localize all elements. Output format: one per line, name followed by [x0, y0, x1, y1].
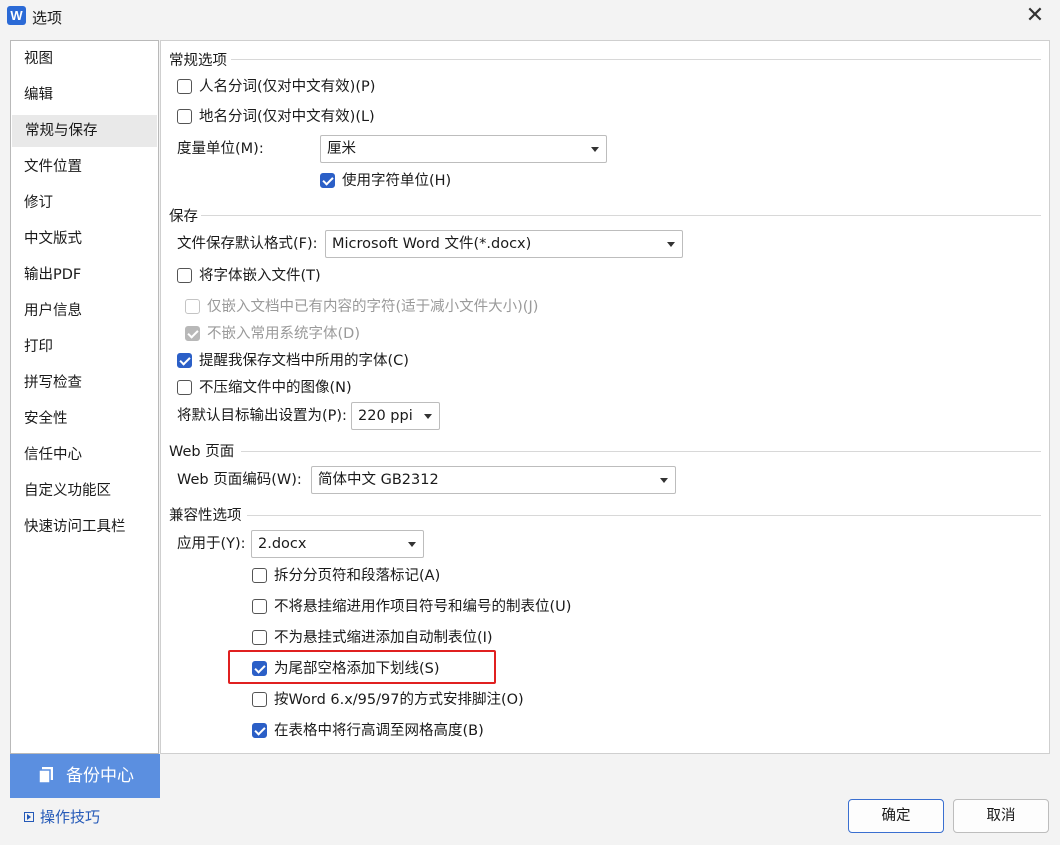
sidebar-item-spell-check[interactable]: 拼写检查 [11, 367, 158, 399]
sidebar-item-edit[interactable]: 编辑 [11, 79, 158, 111]
web-encoding-value: 简体中文 GB2312 [318, 472, 439, 488]
use-char-unit-checkbox[interactable] [320, 173, 335, 188]
chevron-down-icon [408, 542, 416, 547]
play-tutorial-icon [24, 812, 34, 822]
no-compress-images-label: 不压缩文件中的图像(N) [199, 380, 352, 396]
sidebar-item-view[interactable]: 视图 [11, 43, 158, 75]
title-bar: W 选项 ✕ [0, 0, 1060, 34]
sidebar-item-export-pdf[interactable]: 输出PDF [11, 259, 158, 291]
default-format-label: 文件保存默认格式(F): [177, 236, 318, 252]
section-heading-web: Web 页面 [169, 444, 235, 460]
compat-option-6-checkbox[interactable] [252, 723, 267, 738]
compat-option-1-label: 拆分分页符和段落标记(A) [274, 568, 441, 584]
section-divider [247, 515, 1041, 516]
section-divider [201, 215, 1041, 216]
default-format-select[interactable]: Microsoft Word 文件(*.docx) [325, 230, 683, 258]
measurement-unit-select[interactable]: 厘米 [320, 135, 607, 163]
compat-option-6-label: 在表格中将行高调至网格高度(B) [274, 723, 484, 739]
tips-link[interactable]: 操作技巧 [24, 806, 100, 827]
measurement-unit-value: 厘米 [327, 141, 356, 157]
compat-option-1-checkbox[interactable] [252, 568, 267, 583]
apply-to-value: 2.docx [258, 536, 307, 552]
embed-used-chars-checkbox[interactable] [185, 299, 200, 314]
compat-option-2-checkbox[interactable] [252, 599, 267, 614]
sidebar-item-file-location[interactable]: 文件位置 [11, 151, 158, 183]
web-encoding-select[interactable]: 简体中文 GB2312 [311, 466, 676, 494]
highlight-annotation-box [228, 650, 496, 684]
apply-to-label: 应用于(Y): [177, 536, 246, 552]
sidebar-item-print[interactable]: 打印 [11, 331, 158, 363]
cancel-button[interactable]: 取消 [953, 799, 1049, 833]
section-heading-general: 常规选项 [169, 53, 227, 69]
backup-center-label: 备份中心 [66, 766, 134, 786]
compat-option-5-label: 按Word 6.x/95/97的方式安排脚注(O) [274, 692, 524, 708]
output-ppi-label: 将默认目标输出设置为(P): [177, 408, 347, 424]
output-ppi-value: 220 ppi [358, 408, 413, 424]
place-segmentation-label: 地名分词(仅对中文有效)(L) [199, 109, 375, 125]
section-heading-compat: 兼容性选项 [169, 508, 242, 524]
chevron-down-icon [591, 147, 599, 152]
no-compress-images-checkbox[interactable] [177, 380, 192, 395]
sidebar-item-trust-center[interactable]: 信任中心 [11, 439, 158, 471]
default-format-value: Microsoft Word 文件(*.docx) [332, 236, 532, 252]
ok-button[interactable]: 确定 [848, 799, 944, 833]
wps-writer-logo-icon: W [7, 6, 26, 25]
backup-center-button[interactable]: 备份中心 [10, 754, 160, 798]
no-embed-system-fonts-label: 不嵌入常用系统字体(D) [207, 326, 360, 342]
sidebar-item-security[interactable]: 安全性 [11, 403, 158, 435]
embed-fonts-checkbox[interactable] [177, 268, 192, 283]
sidebar-item-revision[interactable]: 修订 [11, 187, 158, 219]
compat-option-3-label: 不为悬挂式缩进添加自动制表位(I) [274, 630, 493, 646]
close-icon[interactable]: ✕ [1020, 2, 1050, 30]
sidebar-item-chinese-layout[interactable]: 中文版式 [11, 223, 158, 255]
apply-to-select[interactable]: 2.docx [251, 530, 424, 558]
section-heading-save: 保存 [169, 209, 198, 225]
settings-panel: 常规选项 人名分词(仅对中文有效)(P) 地名分词(仅对中文有效)(L) 度量单… [160, 40, 1050, 754]
name-segmentation-label: 人名分词(仅对中文有效)(P) [199, 79, 376, 95]
output-ppi-select[interactable]: 220 ppi [351, 402, 440, 430]
backup-document-icon [39, 767, 53, 783]
sidebar-item-quick-access-toolbar[interactable]: 快速访问工具栏 [11, 511, 158, 543]
sidebar-item-general-save[interactable]: 常规与保存 [12, 115, 157, 147]
sidebar-item-customize-ribbon[interactable]: 自定义功能区 [11, 475, 158, 507]
embed-fonts-label: 将字体嵌入文件(T) [199, 268, 321, 284]
chevron-down-icon [667, 242, 675, 247]
name-segmentation-checkbox[interactable] [177, 79, 192, 94]
remind-fonts-checkbox[interactable] [177, 353, 192, 368]
no-embed-system-fonts-checkbox[interactable] [185, 326, 200, 341]
measurement-unit-label: 度量单位(M): [177, 141, 264, 157]
tips-label: 操作技巧 [40, 808, 101, 826]
web-encoding-label: Web 页面编码(W): [177, 472, 302, 488]
embed-used-chars-label: 仅嵌入文档中已有内容的字符(适于减小文件大小)(J) [207, 299, 539, 315]
section-divider [241, 451, 1041, 452]
chevron-down-icon [424, 414, 432, 419]
compat-option-2-label: 不将悬挂缩进用作项目符号和编号的制表位(U) [274, 599, 572, 615]
remind-fonts-label: 提醒我保存文档中所用的字体(C) [199, 353, 409, 369]
sidebar-item-user-info[interactable]: 用户信息 [11, 295, 158, 327]
dialog-title: 选项 [32, 9, 63, 27]
chevron-down-icon [660, 478, 668, 483]
options-sidebar: 视图 编辑 常规与保存 文件位置 修订 中文版式 输出PDF 用户信息 打印 拼… [10, 40, 159, 754]
compat-option-5-checkbox[interactable] [252, 692, 267, 707]
use-char-unit-label: 使用字符单位(H) [342, 173, 452, 189]
compat-option-3-checkbox[interactable] [252, 630, 267, 645]
place-segmentation-checkbox[interactable] [177, 109, 192, 124]
section-divider [231, 59, 1041, 60]
